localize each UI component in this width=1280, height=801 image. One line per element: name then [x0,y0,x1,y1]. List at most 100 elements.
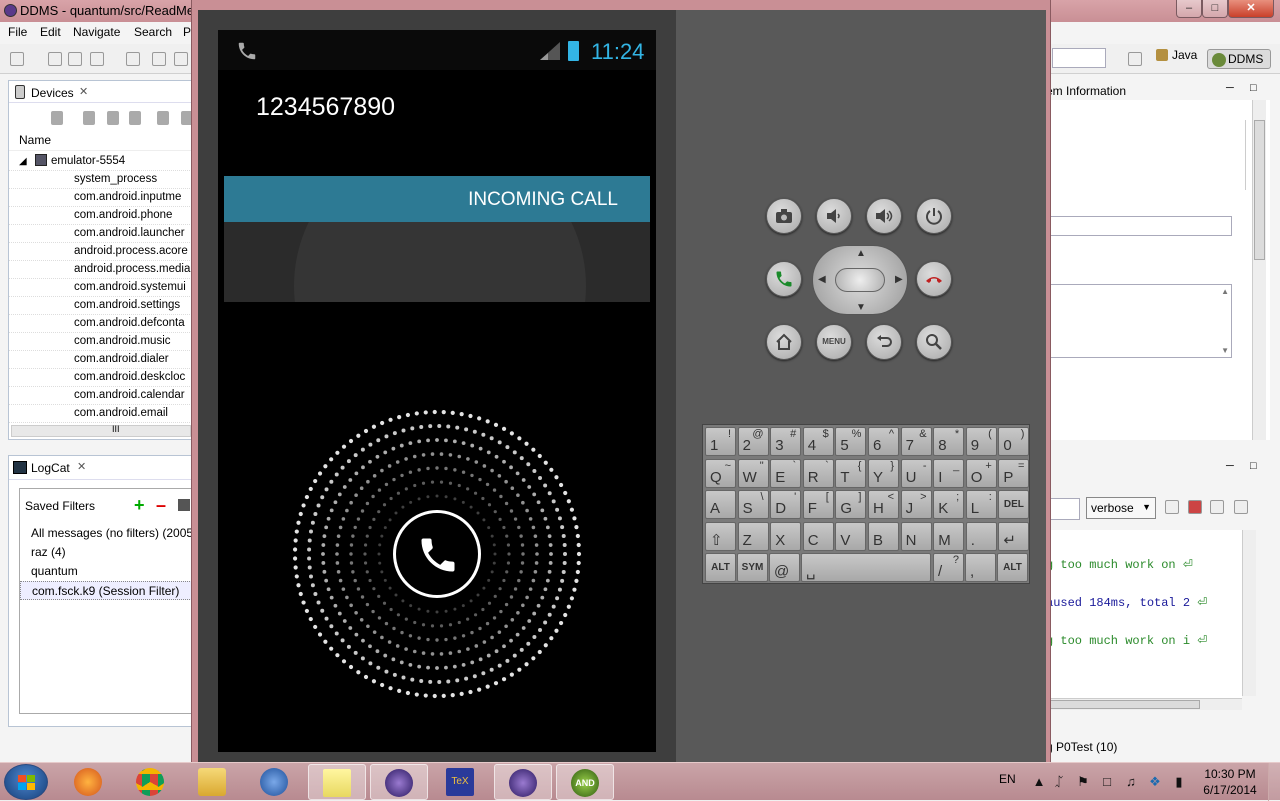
key-n[interactable]: N [900,521,932,551]
quick-access-input[interactable] [1052,48,1106,68]
dump-hprof-icon[interactable] [107,111,119,125]
search-button[interactable] [916,324,952,360]
key-z[interactable]: Z [737,521,769,551]
end-call-button[interactable] [916,261,952,297]
process-row[interactable]: android.process.acore [9,243,194,261]
camera-button[interactable] [766,198,802,234]
process-row[interactable]: com.android.inputme [9,189,194,207]
key-o[interactable]: O + [965,458,997,488]
power-icon[interactable]: ▮ [1172,775,1186,789]
key-sym[interactable]: SYM [737,553,768,582]
taskbar-explorer[interactable] [184,764,242,800]
ddms-perspective-button[interactable]: DDMS [1207,49,1271,69]
show-filters-icon[interactable] [1210,500,1224,514]
key-1[interactable]: 1! [705,427,736,456]
maximize-button[interactable]: □ [1202,0,1228,18]
taskbar-chrome[interactable] [122,764,180,800]
process-row[interactable]: android.process.media [9,261,194,279]
scroll-down-icon[interactable]: ▼ [1221,346,1229,355]
key-c[interactable]: C [802,521,834,551]
print-icon[interactable] [90,52,104,66]
key-j[interactable]: J > [900,490,932,519]
log-line[interactable]: aused 184ms, total 2 ⏎ [1046,595,1207,610]
java-perspective-button[interactable]: Java [1156,48,1197,62]
process-row[interactable]: com.android.dialer [9,351,194,369]
remove-filter-icon[interactable]: – [156,495,166,516]
menu-project[interactable]: P [183,25,191,39]
close-tab-icon[interactable]: ✕ [77,460,86,473]
minimize-view-icon[interactable]: ─ [1226,460,1234,472]
phone-screen[interactable]: 11:24 1234567890 INCOMING CALL [218,30,656,752]
key-b[interactable]: B [868,521,899,551]
process-row[interactable]: com.android.phone [9,207,194,225]
key-e[interactable]: E ` [770,458,802,488]
key-s[interactable]: S \ [737,490,769,519]
process-row[interactable]: com.android.settings [9,297,194,315]
sysinfo-field[interactable] [1046,216,1232,236]
back-button[interactable] [866,324,902,360]
toolbar-icon[interactable] [174,52,188,66]
key-/[interactable]: /? [933,553,964,582]
new-icon[interactable] [10,52,24,66]
process-row[interactable]: system_process [9,171,194,189]
key-shift[interactable]: ⇧ [705,521,736,551]
dpad[interactable]: ▲ ▼ ◀ ▶ [812,245,908,315]
close-tab-icon[interactable]: ✕ [79,85,88,98]
power-button[interactable] [916,198,952,234]
logcat-tab[interactable]: LogCat ✕ [9,456,194,480]
volume-down-button[interactable] [816,198,852,234]
vertical-scrollbar[interactable] [1242,530,1256,696]
menu-file[interactable]: File [8,25,27,39]
answer-call-handle[interactable] [393,510,481,598]
key-0[interactable]: 0) [998,427,1030,456]
add-filter-icon[interactable]: + [134,495,145,516]
filter-row[interactable]: quantum [20,562,192,581]
menu-navigate[interactable]: Navigate [73,25,120,39]
key-8[interactable]: 8 * [933,427,965,456]
process-row[interactable]: com.android.defconta [9,315,194,333]
process-row[interactable]: com.android.email [9,405,194,423]
key-,[interactable]: , [965,553,996,582]
key-i[interactable]: I _ [933,458,965,488]
call-button[interactable] [766,261,802,297]
key-r[interactable]: R ` [802,458,834,488]
process-row[interactable]: com.android.calendar [9,387,194,405]
key-@[interactable]: @ [769,553,800,582]
toolbar-icon[interactable] [152,52,166,66]
filter-row[interactable]: com.fsck.k9 (Session Filter) [20,581,192,600]
process-row[interactable]: com.android.deskcloc [9,369,194,387]
maximize-view-icon[interactable]: □ [1250,82,1257,94]
key-alt[interactable]: ALT [997,553,1028,582]
show-desktop-button[interactable] [1268,763,1280,801]
key-f[interactable]: F[ [802,490,834,519]
key-a[interactable]: A [705,490,736,519]
log-line[interactable]: g too much work on i ⏎ [1046,633,1207,648]
open-perspective-icon[interactable] [1128,52,1142,66]
filter-row[interactable]: All messages (no filters) (2005) [20,524,192,543]
volume-icon[interactable]: ♫ [1124,775,1138,789]
update-heap-icon[interactable] [83,111,95,125]
key-3[interactable]: 3 # [770,427,802,456]
close-button[interactable]: ✕ [1228,0,1274,18]
collapse-icon[interactable]: ◢ [19,153,27,170]
key-l[interactable]: L: [965,490,997,519]
key-q[interactable]: Q ~ [705,458,736,488]
horizontal-scrollbar[interactable]: III [11,424,191,437]
taskbar-eclipse-2[interactable] [494,764,552,800]
taskbar-tex[interactable]: TeX [432,764,490,800]
key-.[interactable]: . [965,521,997,551]
maximize-view-icon[interactable]: □ [1250,460,1257,472]
clear-log-icon[interactable] [1188,500,1202,514]
process-row[interactable]: com.android.music [9,333,194,351]
show-hidden-icons[interactable]: ▲ [1032,775,1046,789]
key-v[interactable]: V [835,521,867,551]
key-u[interactable]: U- [900,458,932,488]
process-row[interactable]: com.android.launcher [9,225,194,243]
log-level-select[interactable]: verbose ▼ [1086,497,1156,519]
key-m[interactable]: M [933,521,965,551]
network-icon[interactable]: □ [1100,775,1114,789]
key-y[interactable]: Y} [868,458,899,488]
key-del[interactable]: DEL [998,490,1030,519]
key-p[interactable]: P = [998,458,1030,488]
clock-time[interactable]: 10:30 PM [1200,767,1260,781]
